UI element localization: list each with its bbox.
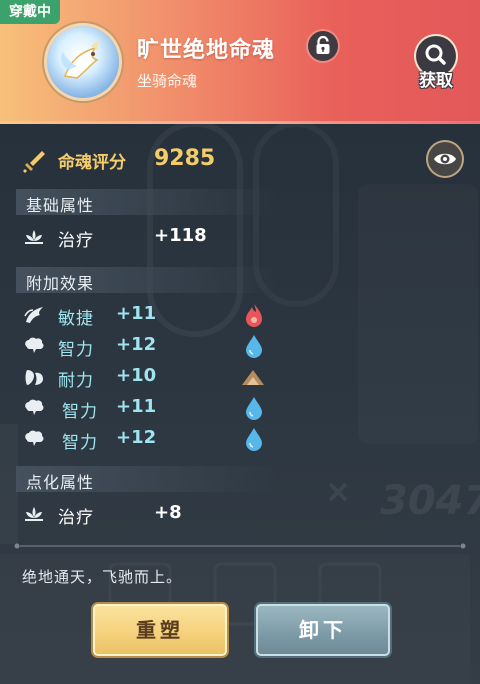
panel-header: 穿戴中 旷世绝地命魂 坐骑命魂 获取 — [0, 0, 480, 124]
agility-wing-icon — [24, 307, 43, 323]
refine-stat-row: 治疗 +8 — [22, 501, 282, 528]
base-attributes-title: 基础属性 — [26, 196, 95, 215]
fire-gem-icon — [246, 304, 262, 327]
soul-description: 绝地通天，飞驰而上。 — [22, 568, 183, 586]
stat-value: +11 — [116, 303, 157, 324]
stat-name: 智力 — [58, 340, 94, 360]
soul-type: 坐骑命魂 — [137, 72, 198, 90]
soul-avatar[interactable] — [47, 26, 119, 98]
background-power-number: 3047 — [380, 478, 480, 524]
reshape-button[interactable]: 重塑 — [93, 604, 227, 656]
earth-gem-icon — [242, 370, 264, 385]
stat-value: +11 — [116, 396, 157, 417]
section-divider — [14, 543, 466, 549]
preview-button[interactable] — [428, 142, 462, 176]
unequip-button[interactable]: 卸下 — [256, 604, 390, 656]
sword-icon — [23, 151, 45, 173]
refine-attributes-title: 点化属性 — [26, 473, 95, 492]
intellect-brain-icon — [25, 337, 44, 353]
lock-button[interactable] — [308, 31, 338, 61]
stat-name: 治疗 — [58, 231, 94, 251]
stat-name: 智力 — [62, 433, 98, 453]
mount-icon — [61, 40, 99, 79]
stat-value: +118 — [154, 225, 207, 246]
stat-name: 耐力 — [58, 371, 94, 391]
extra-stat-row: 智力 +11 — [22, 395, 282, 422]
equipped-badge: 穿戴中 — [0, 0, 60, 24]
extra-stat-row: 耐力 +10 — [22, 364, 282, 391]
extra-stat-row: 智力 +12 — [22, 333, 282, 360]
lock-icon — [316, 35, 330, 54]
extra-stat-row: 敏捷 +11 — [22, 302, 282, 329]
stat-value: +12 — [116, 334, 157, 355]
stat-value: +8 — [154, 502, 182, 523]
intellect-brain-icon — [25, 430, 44, 446]
water-gem-icon — [246, 335, 262, 358]
soul-detail-panel: 穿戴中 旷世绝地命魂 坐骑命魂 获取 304 命魂评分 9285 基础属性 治疗… — [0, 0, 480, 684]
score-label: 命魂评分 — [58, 153, 126, 173]
base-attributes-header: 基础属性 — [16, 189, 276, 215]
stat-value: +12 — [116, 427, 157, 448]
stat-name: 敏捷 — [58, 309, 94, 329]
extra-stat-row: 智力 +12 — [22, 426, 282, 453]
water-gem-icon — [246, 397, 262, 420]
water-gem-icon — [246, 428, 262, 451]
stat-value: +10 — [116, 365, 157, 386]
obtain-button[interactable]: 获取 — [410, 36, 462, 92]
score-value: 9285 — [154, 146, 216, 171]
extra-effects-header: 附加效果 — [16, 267, 276, 293]
eye-icon — [434, 153, 456, 165]
stamina-icon — [25, 370, 43, 385]
obtain-label: 获取 — [419, 71, 453, 91]
healing-lotus-icon — [25, 230, 43, 244]
extra-effects-title: 附加效果 — [26, 274, 95, 293]
soul-title: 旷世绝地命魂 — [137, 38, 276, 63]
stat-name: 治疗 — [58, 508, 94, 528]
healing-lotus-icon — [25, 507, 43, 521]
refine-attributes-header: 点化属性 — [16, 466, 276, 492]
stat-name: 智力 — [62, 402, 98, 422]
intellect-brain-icon — [25, 399, 44, 415]
base-stat-row: 治疗 +118 — [22, 224, 282, 251]
